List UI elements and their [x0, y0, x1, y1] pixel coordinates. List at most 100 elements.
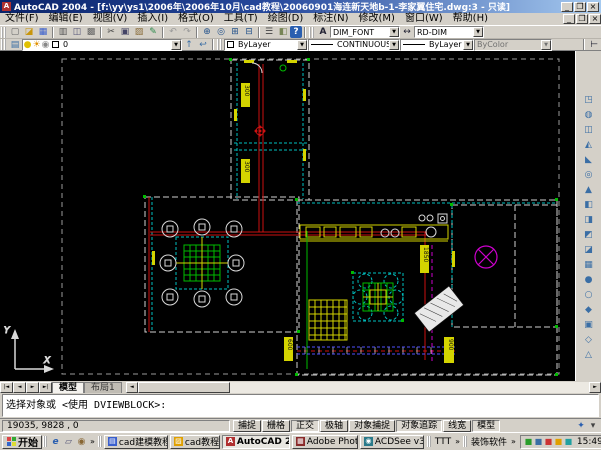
communication-center-icon[interactable]: ✦ [575, 420, 587, 432]
dim-style-icon[interactable]: ↔ [400, 26, 414, 38]
close-button[interactable]: × [587, 2, 599, 12]
command-input-area[interactable]: 选择对象或 <使用 DVIEWBLOCK>: [2, 394, 599, 417]
slice-icon[interactable]: ◩ [581, 228, 597, 243]
intersect-icon[interactable]: ◆ [581, 303, 597, 318]
zoom-previous-icon[interactable]: ⊟ [242, 26, 256, 38]
chevron-down-icon[interactable]: ▼ [297, 40, 307, 50]
3d-box-icon[interactable]: ◳ [581, 93, 597, 108]
toggle-lineweight[interactable]: 线宽 [443, 420, 471, 432]
task-adobe-photoshop[interactable]: ▦ Adobe Photo... [292, 435, 358, 449]
undo-icon[interactable]: ↶ [166, 26, 180, 38]
minimize-button[interactable]: _ [561, 2, 573, 12]
open-icon[interactable]: ◪ [22, 26, 36, 38]
properties-toolbar-grip[interactable] [217, 39, 222, 50]
designcenter-icon[interactable]: ◧ [276, 26, 290, 38]
new-icon[interactable]: ▢ [8, 26, 22, 38]
pan-icon[interactable]: ⊕ [200, 26, 214, 38]
menu-tools[interactable]: 工具(T) [219, 13, 263, 25]
quick-launch-overflow-icon[interactable]: » [88, 437, 97, 446]
3d-pyramid-icon[interactable]: ▲ [581, 183, 597, 198]
dim-style-combo[interactable]: RD-DIM ▼ [414, 26, 484, 38]
plot-icon[interactable]: ▥ [56, 26, 70, 38]
help-icon[interactable]: ? [290, 26, 302, 38]
3d-torus-icon[interactable]: ◎ [581, 168, 597, 183]
text-style-icon[interactable]: A [316, 26, 330, 38]
tab-prev-button[interactable]: ◄ [13, 382, 26, 393]
tab-first-button[interactable]: |◄ [0, 382, 13, 393]
media-icon[interactable]: ◉ [75, 437, 88, 447]
save-icon[interactable]: ▦ [36, 26, 50, 38]
chevron-down-icon[interactable]: ▼ [171, 40, 181, 50]
menu-view[interactable]: 视图(V) [88, 13, 133, 25]
color-combo[interactable]: ByLayer ▼ [224, 39, 308, 51]
doc-minimize-button[interactable]: _ [563, 14, 575, 24]
horizontal-scrollbar[interactable]: ◄ ► [126, 382, 601, 393]
properties-icon[interactable]: ☰ [262, 26, 276, 38]
menu-dimension[interactable]: 标注(N) [308, 13, 353, 25]
menu-edit[interactable]: 编辑(E) [44, 13, 88, 25]
interfere-icon[interactable]: ▦ [581, 258, 597, 273]
materials-icon[interactable]: △ [581, 348, 597, 363]
band-overflow-icon[interactable]: » [509, 437, 518, 446]
menu-modify[interactable]: 修改(M) [354, 13, 400, 25]
tab-last-button[interactable]: ►| [39, 382, 52, 393]
doc-restore-button[interactable]: ❐ [576, 14, 588, 24]
publish-icon[interactable]: ▩ [84, 26, 98, 38]
restore-button[interactable]: ❐ [574, 2, 586, 12]
scrollbar-thumb[interactable] [138, 382, 230, 393]
status-tray-arrow-icon[interactable]: ▾ [587, 420, 599, 432]
3d-wedge-icon[interactable]: ◣ [581, 153, 597, 168]
make-layer-current-icon[interactable]: ↑ [182, 39, 196, 51]
lights-icon[interactable]: ◇ [581, 333, 597, 348]
ie-icon[interactable]: e [49, 437, 62, 447]
toggle-otrack[interactable]: 对象追踪 [396, 420, 442, 432]
menu-format[interactable]: 格式(O) [173, 13, 219, 25]
union-icon[interactable]: ● [581, 273, 597, 288]
render-icon[interactable]: ▣ [581, 318, 597, 333]
revolve-icon[interactable]: ◨ [581, 213, 597, 228]
tray-icon-2[interactable]: ■ [534, 437, 543, 446]
subtract-icon[interactable]: ○ [581, 288, 597, 303]
menu-file[interactable]: 文件(F) [0, 13, 44, 25]
tray-icon-4[interactable]: ■ [554, 437, 563, 446]
task-autocad[interactable]: A AutoCAD 200... [222, 435, 290, 449]
band-ttt[interactable]: TTT [433, 437, 453, 447]
plot-preview-icon[interactable]: ◫ [70, 26, 84, 38]
paste-icon[interactable]: ▨ [132, 26, 146, 38]
chevron-down-icon[interactable]: ▼ [541, 40, 551, 50]
toggle-snap[interactable]: 捕捉 [233, 420, 261, 432]
layer-previous-icon[interactable]: ↩ [196, 39, 210, 51]
band-decor-software[interactable]: 装饰软件 [469, 435, 509, 448]
task-cad-modeling-tutorial[interactable]: ▤ cad建模教程... [104, 435, 168, 449]
toggle-osnap[interactable]: 对象捕捉 [349, 420, 395, 432]
scroll-right-icon[interactable]: ► [589, 382, 601, 393]
tab-layout1[interactable]: 布局1 [84, 382, 122, 393]
plot-style-combo[interactable]: ByColor ▼ [474, 39, 552, 51]
tab-next-button[interactable]: ► [26, 382, 39, 393]
lineweight-combo[interactable]: ByLayer ▼ [400, 39, 474, 51]
start-button[interactable]: 开始 [2, 435, 42, 449]
3d-cone-icon[interactable]: ◭ [581, 138, 597, 153]
zoom-window-icon[interactable]: ⊞ [228, 26, 242, 38]
toggle-ortho[interactable]: 正交 [291, 420, 319, 432]
doc-close-button[interactable]: × [589, 14, 601, 24]
chevron-down-icon[interactable]: ▼ [389, 40, 399, 50]
zoom-realtime-icon[interactable]: ◎ [214, 26, 228, 38]
chevron-down-icon[interactable]: ▼ [473, 27, 483, 37]
toggle-polar[interactable]: 极轴 [320, 420, 348, 432]
layers-toolbar-grip[interactable] [1, 39, 6, 50]
3d-cylinder-icon[interactable]: ◫ [581, 123, 597, 138]
toolbar-grip[interactable] [1, 27, 6, 38]
toggle-model-space[interactable]: 模型 [472, 420, 500, 432]
menu-window[interactable]: 窗口(W) [400, 13, 448, 25]
drawing-canvas[interactable]: 300 300 1850 600 900 Y X [0, 51, 575, 381]
scroll-left-icon[interactable]: ◄ [126, 382, 138, 393]
tray-icon-1[interactable]: ■ [524, 437, 533, 446]
chevron-down-icon[interactable]: ▼ [389, 27, 399, 37]
section-icon[interactable]: ◪ [581, 243, 597, 258]
copy-icon[interactable]: ▣ [118, 26, 132, 38]
tab-model[interactable]: 模型 [52, 382, 84, 393]
3d-sphere-icon[interactable]: ◍ [581, 108, 597, 123]
toggle-grid[interactable]: 栅格 [262, 420, 290, 432]
styles-toolbar-grip[interactable] [309, 27, 314, 38]
